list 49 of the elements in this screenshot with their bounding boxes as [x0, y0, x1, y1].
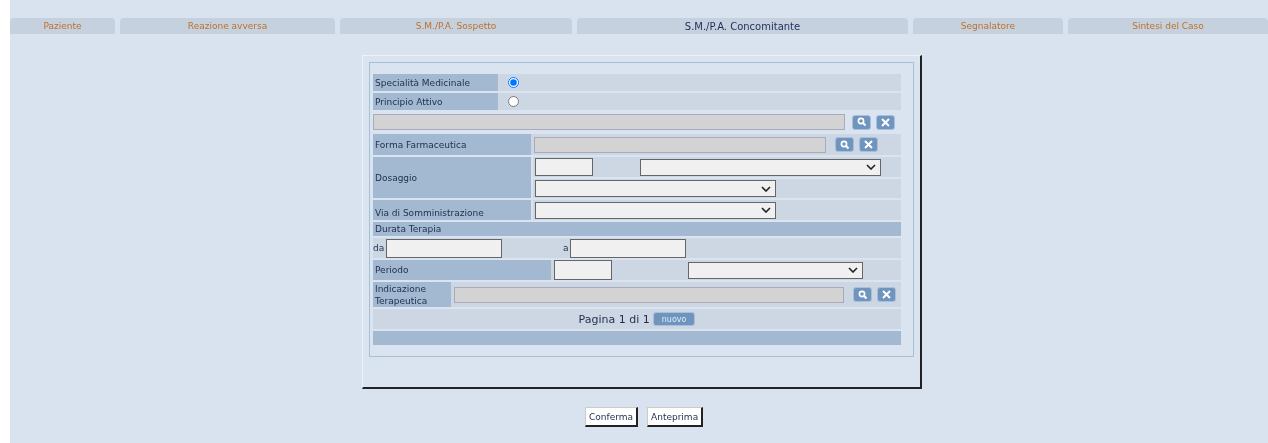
- text-field[interactable]: [554, 260, 612, 280]
- field-label: Principio Attivo: [373, 93, 498, 110]
- tab[interactable]: Paziente: [10, 18, 115, 34]
- tab[interactable]: Reazione avversa: [120, 18, 335, 34]
- tab[interactable]: Segnalatore: [913, 18, 1063, 34]
- chevron-icon: [761, 185, 771, 192]
- dropdown[interactable]: [535, 201, 776, 219]
- search-button[interactable]: [853, 287, 872, 302]
- field-label: Forma Farmaceutica: [373, 134, 531, 155]
- dropdown[interactable]: [535, 180, 776, 197]
- date-field[interactable]: [386, 238, 503, 258]
- text-field[interactable]: [534, 136, 826, 153]
- chevron-icon: [848, 267, 858, 273]
- search-icon: [857, 289, 868, 300]
- close-icon: [864, 140, 873, 149]
- radio-button[interactable]: [507, 77, 519, 88]
- page-indicator: Pagina 1 di 1: [578, 312, 650, 326]
- clear-button[interactable]: [859, 137, 878, 152]
- field-label: a: [563, 243, 569, 253]
- action-button[interactable]: Anteprima: [647, 407, 704, 427]
- search-button[interactable]: [835, 137, 854, 152]
- search-icon: [839, 139, 850, 150]
- field-label: Specialità Medicinale: [373, 74, 498, 91]
- field-label: Periodo: [373, 260, 551, 280]
- tab[interactable]: Sintesi del Caso: [1068, 18, 1268, 34]
- chevron-icon: [866, 164, 876, 170]
- tab[interactable]: S.M./P.A. Concomitante: [577, 18, 908, 34]
- new-button[interactable]: nuovo: [652, 312, 696, 326]
- dropdown[interactable]: [640, 158, 881, 176]
- chevron-icon: [761, 207, 771, 213]
- clear-button[interactable]: [876, 114, 895, 130]
- dropdown[interactable]: [688, 261, 863, 279]
- field-label: Dosaggio: [373, 157, 531, 198]
- text-field[interactable]: [454, 286, 844, 303]
- field-label: Indicazione Terapeutica: [373, 282, 451, 307]
- tab[interactable]: S.M./P.A. Sospetto: [340, 18, 572, 34]
- text-field[interactable]: [535, 158, 593, 176]
- search-button[interactable]: [852, 114, 871, 130]
- radio-button[interactable]: [507, 96, 519, 107]
- date-field[interactable]: [569, 238, 686, 258]
- search-icon: [856, 117, 867, 127]
- close-icon: [881, 117, 890, 127]
- clear-button[interactable]: [877, 287, 896, 302]
- action-button[interactable]: Conferma: [585, 407, 639, 427]
- search-field[interactable]: [373, 114, 845, 130]
- field-label: da: [373, 243, 385, 253]
- section-header: Durata Terapia: [373, 222, 901, 236]
- field-label: Via di Somministrazione: [373, 200, 531, 220]
- close-icon: [882, 290, 891, 299]
